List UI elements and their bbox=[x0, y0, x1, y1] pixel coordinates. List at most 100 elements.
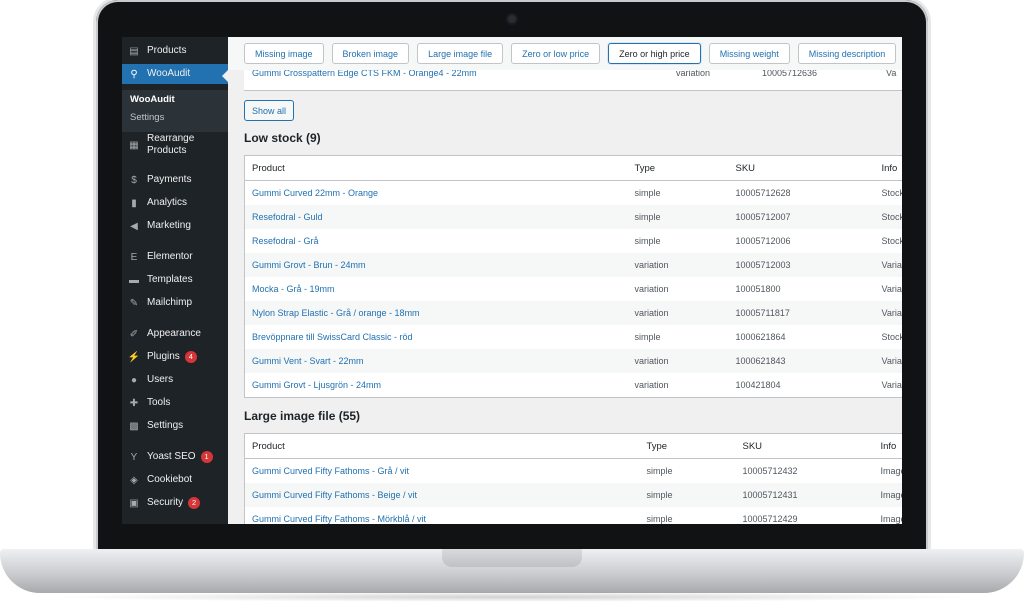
elementor-icon: E bbox=[130, 251, 138, 263]
type-cell: variation bbox=[627, 349, 729, 373]
sku-cell: 1000621843 bbox=[728, 349, 875, 373]
notification-badge: 2 bbox=[188, 497, 201, 509]
type-cell: variation bbox=[634, 380, 669, 390]
dollar-icon: $ bbox=[131, 174, 137, 186]
sidebar-item-analytics[interactable]: ▮ Analytics bbox=[122, 193, 228, 213]
column-header-type: Type bbox=[639, 433, 736, 459]
filter-button-broken-image[interactable]: Broken image bbox=[331, 43, 410, 64]
column-header-sku: SKU bbox=[728, 155, 875, 181]
product-link[interactable]: Gummi Curved 22mm - Orange bbox=[245, 181, 628, 206]
sidebar-item-yoast-seo[interactable]: Y Yoast SEO 1 bbox=[122, 447, 228, 467]
sidebar-item-marketing[interactable]: ◀ Marketing bbox=[122, 216, 228, 236]
sidebar-item-templates[interactable]: ▬ Templates bbox=[122, 270, 228, 290]
product-link[interactable]: Nylon Strap Elastic - Grå / orange - 18m… bbox=[244, 301, 628, 325]
sidebar-item-plugins[interactable]: ⚡ Plugins 4 bbox=[122, 347, 228, 367]
paintbrush-icon: ✐ bbox=[129, 328, 139, 340]
table-row: Gummi Curved 22mm - Orange simple 10005712… bbox=[245, 181, 903, 206]
shield-icon: ◈ bbox=[130, 474, 138, 486]
sidebar-item-appearance[interactable]: ✐ Appearance bbox=[122, 324, 228, 344]
sidebar-item-label: Mailchimp bbox=[147, 297, 193, 308]
mailchimp-icon: ✎ bbox=[129, 297, 139, 309]
product-link[interactable]: Gummi Curved Fifty Fathoms - Mörkblå / v… bbox=[245, 507, 640, 524]
user-icon: ● bbox=[130, 374, 138, 386]
sidebar-item-tools[interactable]: ✚ Tools bbox=[122, 393, 228, 413]
type-cell: simple bbox=[627, 205, 729, 229]
bar-chart-icon: ▮ bbox=[131, 197, 137, 209]
product-link[interactable]: Gummi Grovt - Brun - 24mm bbox=[244, 253, 628, 277]
table-row: Gummi Grovt - Brun - 24mm variation 100057… bbox=[244, 253, 902, 277]
sku-cell: 100421804 bbox=[735, 380, 781, 390]
sku-cell: 10005712006 bbox=[735, 236, 791, 246]
type-cell: variation bbox=[634, 284, 669, 294]
submenu-item-settings[interactable]: Settings bbox=[130, 112, 164, 123]
sku-cell: 10005712636 bbox=[762, 70, 818, 78]
filter-button-zero-or-high-price[interactable]: Zero or high price bbox=[608, 43, 701, 64]
table-row: Gummi Crosspattern Edge CTS FKM - Orange… bbox=[244, 70, 902, 91]
low-stock-table: Product Type SKU Info Gummi Curved 22mm - Or… bbox=[244, 155, 902, 398]
table-row: Resefodral - Guld simple 10005712007 Stock bbox=[244, 205, 902, 229]
type-cell: variation bbox=[676, 70, 711, 78]
sidebar-item-payments[interactable]: $ Payments bbox=[122, 170, 228, 190]
folder-icon: ▬ bbox=[129, 274, 139, 286]
products-icon: ▤ bbox=[129, 45, 139, 57]
grid-icon: ▦ bbox=[129, 139, 139, 151]
sidebar-item-wooaudit[interactable]: ⚲ WooAudit bbox=[122, 64, 228, 84]
product-link[interactable]: Resefodral - Grå bbox=[245, 229, 628, 253]
info-cell: Image bbox=[880, 514, 903, 524]
sidebar-item-products[interactable]: ▤ Products bbox=[122, 41, 228, 61]
sku-cell: 10005711817 bbox=[728, 301, 875, 325]
sidebar-item-label: Cookiebot bbox=[147, 474, 193, 485]
product-link[interactable]: Gummi Grovt - Ljusgrön - 24mm bbox=[245, 373, 628, 398]
product-link[interactable]: Gummi Crosspattern Edge CTS FKM - Orange… bbox=[252, 70, 477, 78]
settings-icon: ▩ bbox=[129, 420, 139, 432]
column-header-type: Type bbox=[627, 155, 729, 181]
type-cell: variation bbox=[627, 253, 729, 277]
type-cell: variation bbox=[627, 301, 729, 325]
filter-button-zero-or-low-price[interactable]: Zero or low price bbox=[511, 43, 601, 64]
sidebar-item-settings[interactable]: ▩ Settings bbox=[122, 416, 228, 436]
product-link[interactable]: Resefodral - Guld bbox=[244, 205, 628, 229]
type-cell: simple bbox=[639, 483, 736, 507]
sidebar-item-cookiebot[interactable]: ◈ Cookiebot bbox=[122, 470, 228, 490]
admin-sidebar: WooAudit Settings ▤ Products ⚲ WooAudit ▦ Rearr… bbox=[122, 37, 228, 524]
product-link[interactable]: Brevöppnare till SwissCard Classic - röd bbox=[245, 325, 628, 349]
info-cell: Stock bbox=[874, 205, 902, 229]
sku-cell: 10005712007 bbox=[728, 205, 875, 229]
sidebar-item-label: Products bbox=[147, 45, 187, 56]
main-content: Missing image Broken image Large image fil… bbox=[228, 37, 902, 524]
product-link[interactable]: Gummi Curved Fifty Fathoms - Grå / vit bbox=[245, 459, 640, 484]
info-cell: Varia bbox=[881, 284, 902, 294]
sidebar-item-label: Yoast SEO bbox=[147, 451, 196, 462]
product-link[interactable]: Gummi Curved Fifty Fathoms - Beige / vit bbox=[244, 483, 640, 507]
product-link[interactable]: Gummi Vent - Svart - 22mm bbox=[244, 349, 628, 373]
sidebar-item-rearrange-products[interactable]: ▦ Rearrange Products bbox=[122, 133, 228, 157]
info-cell: Stock bbox=[881, 188, 903, 198]
filter-button-missing-description[interactable]: Missing description bbox=[797, 43, 897, 64]
filter-button-missing-weight[interactable]: Missing weight bbox=[708, 43, 790, 64]
sidebar-item-label: Tools bbox=[147, 397, 171, 408]
notification-badge: 4 bbox=[184, 351, 197, 363]
table-row: Gummi Curved Fifty Fathoms - Grå / vit si… bbox=[245, 459, 902, 484]
laptop-notch bbox=[442, 549, 582, 567]
filter-button-large-image-file[interactable]: Large image file bbox=[417, 43, 504, 64]
table-row: Nylon Strap Elastic - Grå / orange - 18m… bbox=[244, 301, 902, 325]
filter-button-missing-image[interactable]: Missing image bbox=[244, 43, 324, 64]
sidebar-item-users[interactable]: ● Users bbox=[122, 370, 228, 390]
notification-badge: 1 bbox=[200, 451, 213, 463]
sku-cell: 1000621864 bbox=[735, 332, 786, 342]
lock-icon: ▣ bbox=[129, 497, 139, 509]
sidebar-item-mailchimp[interactable]: ✎ Mailchimp bbox=[122, 293, 228, 313]
sku-cell: 10005712429 bbox=[742, 514, 798, 524]
show-all-button[interactable]: Show all bbox=[244, 100, 295, 121]
large-image-table: Product Type SKU Info Gummi Curved Fifty Fat… bbox=[244, 433, 902, 524]
table-row: Gummi Vent - Svart - 22mm variation 100062… bbox=[244, 349, 902, 373]
sidebar-item-elementor[interactable]: E Elementor bbox=[122, 247, 228, 267]
product-link[interactable]: Mocka - Grå - 19mm bbox=[245, 277, 628, 301]
submenu-item-wooaudit[interactable]: WooAudit bbox=[130, 94, 175, 105]
sidebar-item-security[interactable]: ▣ Security 2 bbox=[122, 493, 228, 513]
sku-cell: 10005712431 bbox=[735, 483, 874, 507]
type-cell: simple bbox=[634, 236, 661, 246]
column-header-sku: SKU bbox=[735, 433, 874, 459]
info-cell: Varia bbox=[874, 301, 902, 325]
sidebar-item-label: Appearance bbox=[147, 328, 201, 339]
